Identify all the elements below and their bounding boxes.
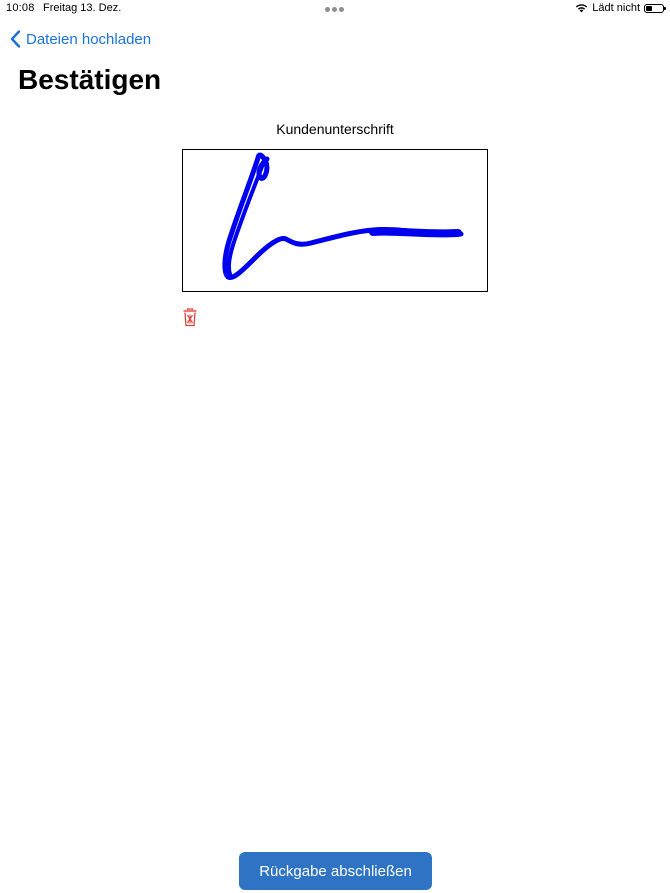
chevron-left-icon (10, 30, 21, 48)
wifi-icon (575, 3, 588, 13)
status-indicators: Lädt nicht (575, 2, 666, 14)
charging-status-text: Lädt nicht (592, 2, 640, 14)
back-button-label: Dateien hochladen (26, 30, 152, 48)
clear-signature-button[interactable] (182, 308, 200, 328)
page-title: Bestätigen (18, 64, 162, 95)
status-date: Freitag 13. Dez. (43, 2, 122, 14)
signature-drawing (222, 152, 464, 280)
submit-return-button[interactable]: Rückgabe abschließen (239, 852, 432, 890)
status-time: 10:08 (6, 2, 35, 14)
signature-label: Kundenunterschrift (276, 121, 394, 137)
signature-pad[interactable] (182, 149, 488, 292)
back-button[interactable]: Dateien hochladen (10, 30, 151, 48)
trash-icon (182, 308, 200, 327)
battery-icon (644, 3, 666, 13)
status-bar: 10:08 Freitag 13. Dez. Lädt nicht (0, 0, 670, 18)
multitasking-dots-icon[interactable] (325, 7, 344, 12)
